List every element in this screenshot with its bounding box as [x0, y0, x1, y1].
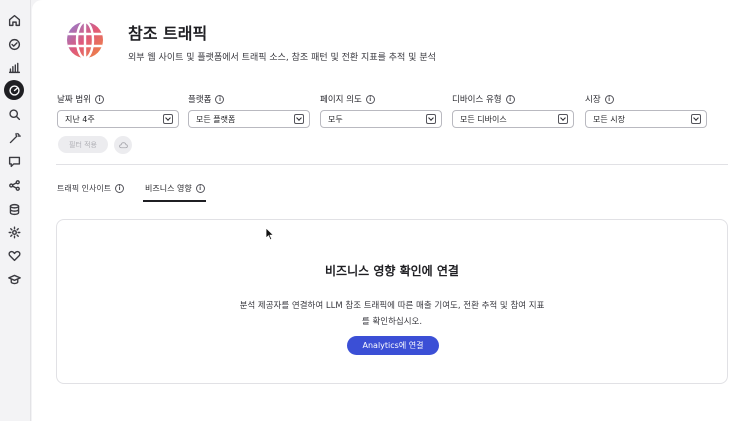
- tab-label: 트래픽 인사이트: [57, 184, 112, 193]
- device-type-select[interactable]: 모든 디바이스: [452, 110, 574, 128]
- home-icon[interactable]: [6, 12, 22, 28]
- chevron-down-icon: [691, 114, 701, 124]
- select-value: 모든 시장: [593, 114, 625, 124]
- chevron-down-icon: [558, 114, 568, 124]
- info-icon[interactable]: i: [94, 94, 104, 104]
- filter-device-type: 디바이스 유형 i 모든 디바이스: [452, 93, 574, 128]
- filter-platform: 플랫폼 i 모든 플랫폼: [188, 93, 310, 128]
- share-icon[interactable]: [6, 177, 22, 193]
- chevron-down-icon: [294, 114, 304, 124]
- mouse-cursor-icon: [265, 227, 275, 241]
- chevron-down-icon: [426, 114, 436, 124]
- save-filters-button[interactable]: [114, 136, 132, 154]
- select-value: 모든 플랫폼: [196, 114, 236, 124]
- sidebar: [0, 0, 31, 421]
- platform-select[interactable]: 모든 플랫폼: [188, 110, 310, 128]
- info-icon: i: [195, 184, 205, 193]
- check-circle-icon[interactable]: [6, 36, 22, 52]
- info-icon[interactable]: i: [604, 94, 614, 104]
- filter-page-intent: 페이지 의도 i 모두: [320, 93, 442, 128]
- heart-icon[interactable]: [6, 247, 22, 263]
- filter-date-range: 날짜 범위 i 지난 4주: [57, 93, 179, 128]
- chevron-down-icon: [163, 114, 173, 124]
- market-select[interactable]: 모든 시장: [585, 110, 707, 128]
- tab-label: 비즈니스 영향: [145, 184, 192, 193]
- connect-analytics-button[interactable]: Analytics에 연결: [347, 336, 439, 355]
- select-value: 지난 4주: [65, 114, 95, 124]
- globe-logo-icon: [67, 20, 103, 60]
- filter-label: 시장: [585, 95, 601, 105]
- filter-label: 플랫폼: [188, 95, 212, 105]
- tab-business-impact[interactable]: 비즈니스 영향 i: [145, 183, 205, 194]
- filter-market: 시장 i 모든 시장: [585, 93, 707, 128]
- card-description: 분석 제공자를 연결하여 LLM 참조 트래픽에 따른 매출 기여도, 전환 추…: [239, 301, 545, 327]
- page-intent-select[interactable]: 모두: [320, 110, 442, 128]
- date-range-select[interactable]: 지난 4주: [57, 110, 179, 128]
- select-value: 모든 디바이스: [460, 114, 507, 124]
- info-icon[interactable]: i: [215, 94, 225, 104]
- page-subtitle: 외부 웹 사이트 및 플랫폼에서 트래픽 소스, 참조 패턴 및 전환 지표를 …: [128, 53, 436, 63]
- graduation-cap-icon[interactable]: [6, 271, 22, 287]
- active-tab-indicator: [143, 200, 206, 202]
- search-icon[interactable]: [6, 106, 22, 122]
- tab-traffic-insights[interactable]: 트래픽 인사이트 i: [57, 183, 125, 194]
- main-panel: 참조 트래픽 외부 웹 사이트 및 플랫폼에서 트래픽 소스, 참조 패턴 및 …: [32, 0, 750, 421]
- database-icon[interactable]: [6, 201, 22, 217]
- bar-chart-icon[interactable]: [6, 59, 22, 75]
- cloud-icon: [118, 141, 128, 148]
- gauge-icon[interactable]: [4, 80, 24, 100]
- divider: [56, 164, 728, 165]
- filter-label: 디바이스 유형: [452, 95, 502, 105]
- apply-filters-button[interactable]: 필터 적용: [58, 136, 108, 153]
- chat-icon[interactable]: [6, 153, 22, 169]
- select-value: 모두: [328, 114, 343, 124]
- magic-wand-icon[interactable]: [6, 130, 22, 146]
- info-icon: i: [115, 184, 125, 193]
- filter-label: 페이지 의도: [320, 95, 362, 105]
- page-title: 참조 트래픽: [128, 24, 208, 43]
- connect-analytics-card: 비즈니스 영향 확인에 연결 분석 제공자를 연결하여 LLM 참조 트래픽에 …: [56, 219, 728, 384]
- card-title: 비즈니스 영향 확인에 연결: [325, 264, 459, 278]
- gear-icon[interactable]: [6, 224, 22, 240]
- info-icon[interactable]: i: [365, 94, 375, 104]
- filter-label: 날짜 범위: [57, 95, 91, 105]
- info-icon[interactable]: i: [505, 94, 515, 104]
